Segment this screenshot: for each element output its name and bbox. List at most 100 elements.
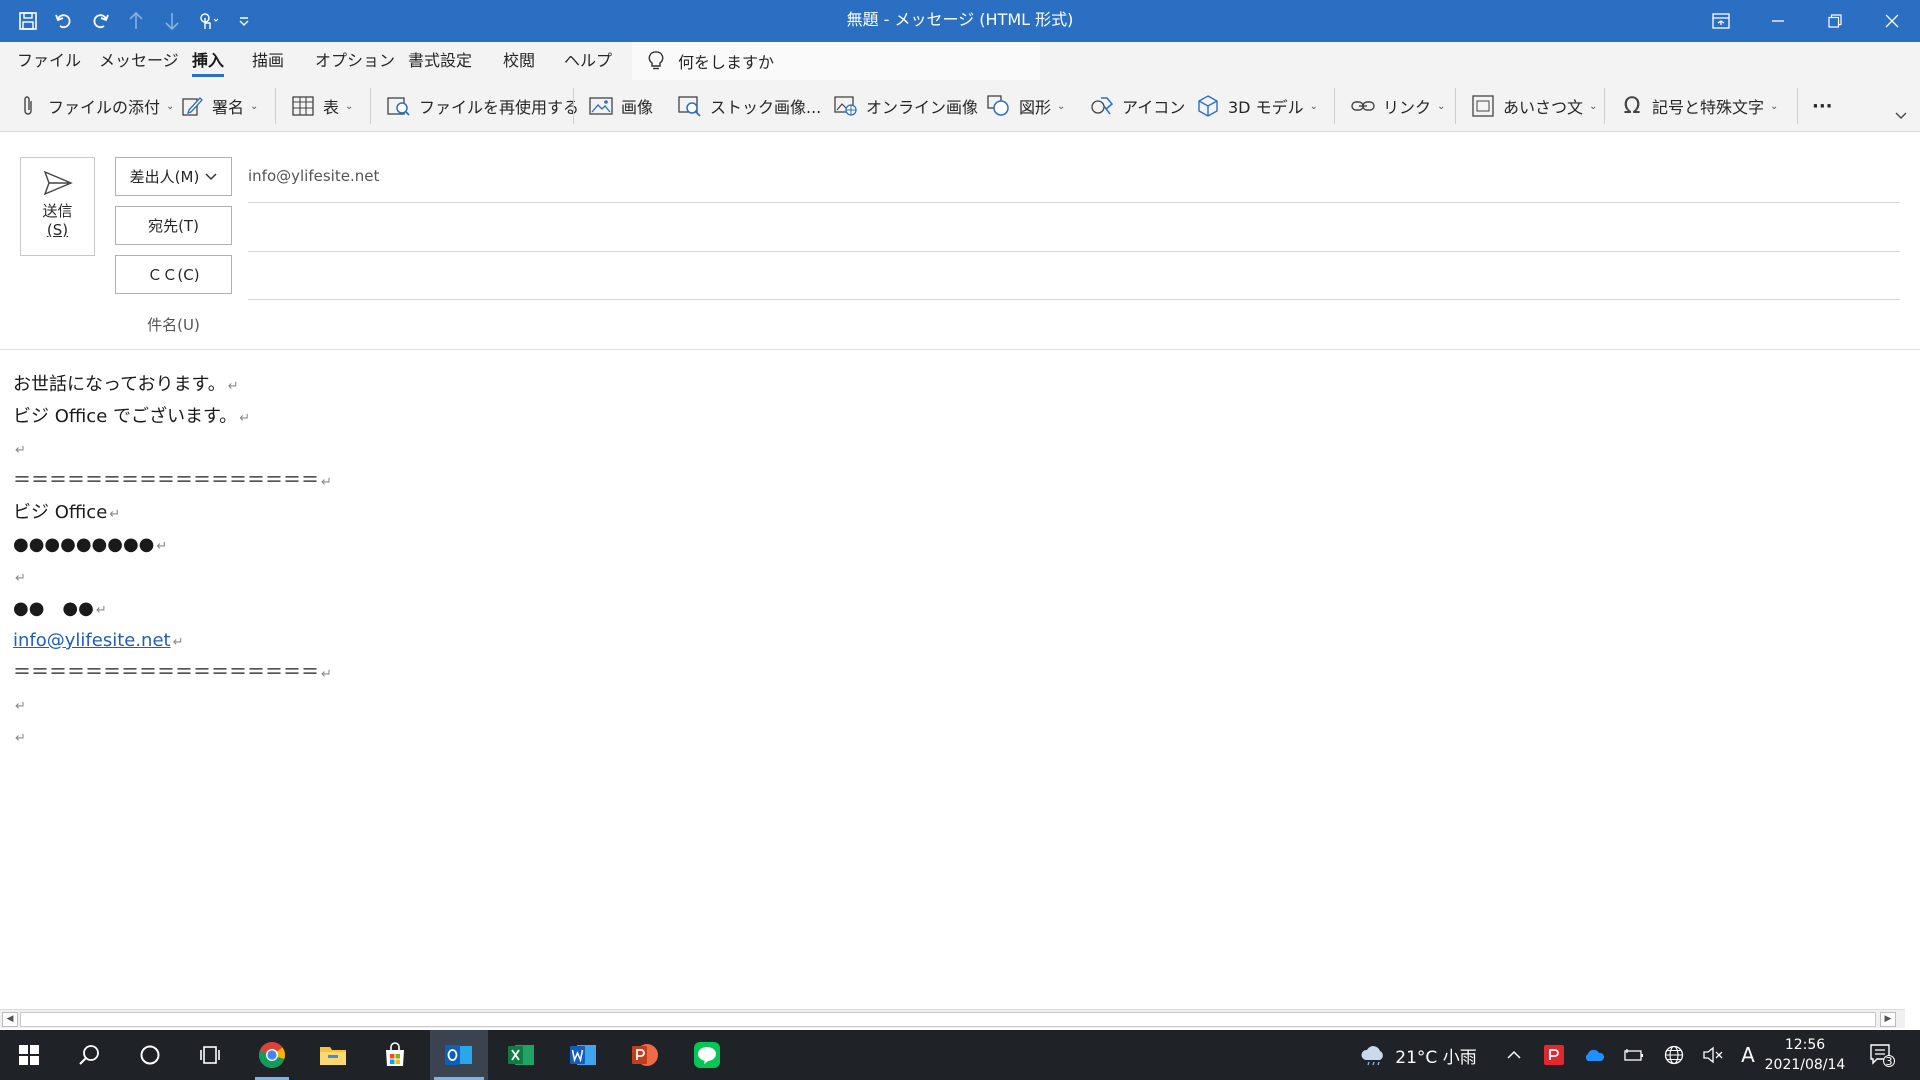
tab-insert[interactable]: 挿入 bbox=[192, 42, 225, 80]
table-button[interactable]: 表 ⌄ bbox=[291, 80, 353, 132]
tab-review[interactable]: 校閲 bbox=[503, 42, 535, 80]
battery-icon[interactable] bbox=[1618, 1030, 1650, 1080]
start-icon[interactable] bbox=[0, 1030, 58, 1080]
pdf-app-icon[interactable] bbox=[1538, 1030, 1570, 1080]
volume-muted-icon[interactable] bbox=[1697, 1030, 1729, 1080]
subject-field[interactable] bbox=[248, 312, 1898, 334]
more-commands-button[interactable]: ··· bbox=[1812, 80, 1833, 132]
chevron-down-icon: ⌄ bbox=[1309, 100, 1318, 112]
send-label: 送信 bbox=[42, 202, 73, 220]
3d-models-button[interactable]: 3D モデル ⌄ bbox=[1196, 80, 1318, 132]
clock-time: 12:56 bbox=[1784, 1037, 1826, 1053]
clock-date: 2021/08/14 bbox=[1764, 1057, 1846, 1073]
tab-format-text[interactable]: 書式設定 bbox=[408, 42, 472, 80]
shapes-button[interactable]: 図形 ⌄ bbox=[987, 80, 1065, 132]
notifications-icon[interactable]: 3 bbox=[1862, 1030, 1902, 1080]
tab-help[interactable]: ヘルプ bbox=[564, 42, 612, 80]
scroll-thumb[interactable] bbox=[20, 1012, 1876, 1027]
shapes-icon bbox=[987, 94, 1011, 118]
network-globe-icon[interactable] bbox=[1658, 1030, 1690, 1080]
symbols-button[interactable]: Ω 記号と特殊文字 ⌄ bbox=[1620, 80, 1779, 132]
minimize-icon[interactable] bbox=[1749, 0, 1806, 42]
online-pictures-button[interactable]: オンライン画像 bbox=[834, 80, 978, 132]
cc-field[interactable] bbox=[248, 265, 1898, 287]
ribbon-separator bbox=[1334, 88, 1335, 124]
ribbon-tabs: ファイル メッセージ 挿入 描画 オプション 書式設定 校閲 ヘルプ 何をします… bbox=[0, 42, 1920, 80]
header-body-divider bbox=[0, 349, 1920, 350]
from-address: info@ylifesite.net bbox=[248, 167, 380, 185]
task-view-icon[interactable] bbox=[181, 1030, 239, 1080]
reuse-file-button[interactable]: ファイルを再使用する bbox=[387, 80, 579, 132]
omega-icon: Ω bbox=[1623, 93, 1641, 119]
icons-button[interactable]: アイコン bbox=[1090, 80, 1185, 132]
signature-address: ●●●●●●●●● ↵ bbox=[13, 534, 168, 555]
stock-images-icon bbox=[678, 94, 702, 118]
clock[interactable]: 12:56 2021/08/14 bbox=[1758, 1030, 1852, 1080]
tab-draw[interactable]: 描画 bbox=[252, 42, 284, 80]
send-shortcut: (S) bbox=[46, 221, 69, 239]
greeting-button[interactable]: あいさつ文 ⌄ bbox=[1471, 80, 1597, 132]
signature-name: ●● ●● ↵ bbox=[13, 598, 107, 619]
email-link[interactable]: info@ylifesite.net bbox=[13, 630, 171, 651]
cc-button[interactable]: ＣＣ(C) bbox=[115, 255, 232, 294]
send-button[interactable]: 送信 (S) bbox=[20, 157, 95, 256]
attach-file-button[interactable]: ファイルの添付 ⌄ bbox=[16, 80, 174, 132]
signature-separator: ＝＝＝＝＝＝＝＝＝＝＝＝＝＝＝＝＝ ↵ bbox=[13, 470, 332, 491]
tab-message[interactable]: メッセージ bbox=[99, 42, 179, 80]
window-controls bbox=[1692, 0, 1920, 42]
tab-options[interactable]: オプション bbox=[315, 42, 395, 80]
cortana-icon[interactable] bbox=[121, 1030, 179, 1080]
tab-file[interactable]: ファイル bbox=[17, 42, 81, 80]
ribbon-separator bbox=[1797, 88, 1798, 124]
body-line: ↵ bbox=[15, 731, 26, 746]
chrome-icon[interactable] bbox=[243, 1030, 301, 1080]
ribbon-insert: ファイルの添付 ⌄ 署名 ⌄ 表 ⌄ ファイルを再使用する 画像 ストック画像... … bbox=[0, 80, 1920, 132]
horizontal-scrollbar[interactable]: ◀ ▶ bbox=[0, 1009, 1905, 1028]
link-icon bbox=[1351, 94, 1375, 118]
picture-icon bbox=[589, 94, 613, 118]
search-icon[interactable] bbox=[60, 1030, 118, 1080]
ribbon-display-options-icon[interactable] bbox=[1692, 0, 1749, 42]
ribbon-separator bbox=[275, 88, 276, 124]
restore-icon[interactable] bbox=[1806, 0, 1863, 42]
show-hidden-icons-icon[interactable] bbox=[1498, 1030, 1530, 1080]
3d-cube-icon bbox=[1196, 94, 1220, 118]
file-explorer-icon[interactable] bbox=[304, 1030, 362, 1080]
scroll-left-icon[interactable]: ◀ bbox=[2, 1012, 18, 1027]
chevron-down-icon: ⌄ bbox=[250, 100, 259, 112]
outlook-icon[interactable] bbox=[430, 1030, 488, 1080]
online-pictures-icon bbox=[834, 94, 858, 118]
tell-me-search[interactable]: 何をしますか bbox=[632, 42, 1040, 80]
onedrive-icon[interactable] bbox=[1578, 1030, 1610, 1080]
paperclip-icon bbox=[16, 94, 40, 118]
store-icon[interactable] bbox=[366, 1030, 424, 1080]
weather-text: 21°C 小雨 bbox=[1395, 1047, 1477, 1068]
field-divider bbox=[248, 251, 1900, 252]
send-icon bbox=[43, 170, 73, 196]
signature-company: ビジ Office ↵ bbox=[13, 502, 121, 523]
from-button[interactable]: 差出人(M) bbox=[115, 157, 232, 196]
to-field[interactable] bbox=[248, 216, 1898, 238]
body-line: ↵ bbox=[15, 443, 26, 458]
link-button[interactable]: リンク ⌄ bbox=[1351, 80, 1445, 132]
message-body[interactable]: お世話になっております。 ↵ ビジ Office でございます。 ↵ ↵ ＝＝＝＝＝… bbox=[13, 371, 332, 755]
stock-images-button[interactable]: ストック画像... bbox=[678, 80, 821, 132]
picture-button[interactable]: 画像 bbox=[589, 80, 653, 132]
chevron-down-icon: ⌄ bbox=[1589, 100, 1598, 112]
windows-taskbar: 21°C 小雨 A 12:56 2021/08/14 3 bbox=[0, 1030, 1920, 1080]
signature-icon bbox=[180, 94, 204, 118]
close-icon[interactable] bbox=[1863, 0, 1920, 42]
word-icon[interactable] bbox=[554, 1030, 612, 1080]
chevron-down-icon: ⌄ bbox=[1437, 100, 1446, 112]
to-button[interactable]: 宛先(T) bbox=[115, 206, 232, 245]
icons-icon bbox=[1090, 94, 1114, 118]
excel-icon[interactable] bbox=[492, 1030, 550, 1080]
scroll-right-icon[interactable]: ▶ bbox=[1880, 1012, 1896, 1027]
powerpoint-icon[interactable] bbox=[616, 1030, 674, 1080]
line-icon[interactable] bbox=[678, 1030, 736, 1080]
weather-widget[interactable]: 21°C 小雨 bbox=[1354, 1030, 1482, 1080]
notification-count: 3 bbox=[1885, 1055, 1893, 1068]
collapse-ribbon-icon[interactable] bbox=[1894, 90, 1908, 142]
ribbon-separator bbox=[1604, 88, 1605, 124]
signature-button[interactable]: 署名 ⌄ bbox=[180, 80, 258, 132]
